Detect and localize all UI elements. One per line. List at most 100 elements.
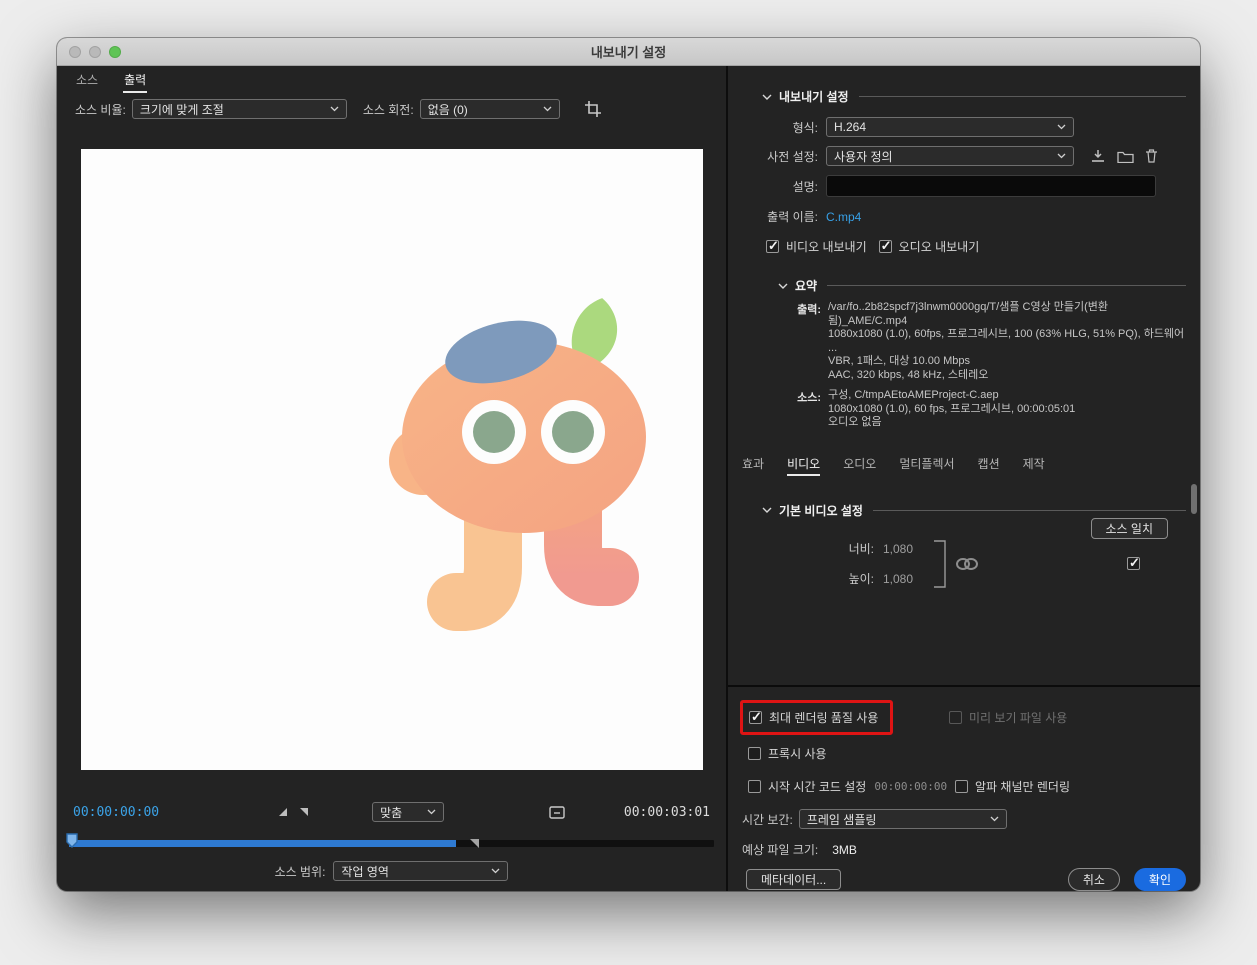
chevron-down-icon bbox=[543, 106, 552, 112]
playhead[interactable] bbox=[65, 833, 79, 849]
summary-output-label: 출력: bbox=[742, 301, 821, 382]
summary-line: VBR, 1패스, 대상 10.00 Mbps bbox=[828, 355, 1186, 369]
selected-value: 없음 (0) bbox=[428, 101, 468, 118]
section-title: 내보내기 설정 bbox=[779, 88, 849, 105]
constrain-dimensions-checkbox[interactable] bbox=[1127, 557, 1140, 570]
summary-header[interactable]: 요약 bbox=[742, 277, 1186, 294]
tab-multiplexer[interactable]: 멀티플렉서 bbox=[899, 455, 954, 476]
scrollbar-thumb[interactable] bbox=[1191, 484, 1197, 514]
comment-label: 설명: bbox=[742, 178, 818, 195]
height-value[interactable]: 1,080 bbox=[883, 572, 913, 586]
use-proxies-checkbox[interactable] bbox=[748, 747, 761, 760]
tab-effects[interactable]: 효과 bbox=[742, 455, 764, 476]
zoom-fit-select[interactable]: 맞춤 bbox=[372, 802, 444, 822]
export-audio-label: 오디오 내보내기 bbox=[899, 238, 980, 255]
output-name-link[interactable]: C.mp4 bbox=[826, 210, 861, 224]
source-range-select[interactable]: 작업 영역 bbox=[333, 861, 508, 881]
preview-tabs: 소스 출력 bbox=[57, 66, 726, 93]
summary-line: 오디오 없음 bbox=[828, 416, 1075, 430]
divider-line bbox=[859, 96, 1186, 97]
use-preview-files-label: 미리 보기 파일 사용 bbox=[969, 709, 1067, 726]
selected-value: 프레임 샘플링 bbox=[807, 811, 877, 828]
source-rotation-select[interactable]: 없음 (0) bbox=[420, 99, 560, 119]
export-video-checkbox[interactable] bbox=[766, 240, 779, 253]
height-label: 높이: bbox=[840, 570, 874, 587]
save-preset-icon[interactable] bbox=[1090, 149, 1106, 164]
selected-value: 사용자 정의 bbox=[834, 148, 893, 165]
summary-line: 1080x1080 (1.0), 60 fps, 프로그레시브, 00:00:0… bbox=[828, 403, 1075, 417]
tab-source[interactable]: 소스 bbox=[75, 67, 99, 93]
tab-captions[interactable]: 캡션 bbox=[978, 455, 1000, 476]
titlebar: 내보내기 설정 bbox=[57, 38, 1200, 66]
source-scaling-select[interactable]: 크기에 맞게 조절 bbox=[132, 99, 347, 119]
timeline-scrubber[interactable] bbox=[57, 833, 726, 855]
source-range-row: 소스 범위: 작업 영역 bbox=[57, 855, 726, 887]
basic-video-settings-header[interactable]: 기본 비디오 설정 bbox=[742, 502, 1186, 519]
render-alpha-only-checkbox[interactable] bbox=[955, 780, 968, 793]
width-label: 너비: bbox=[840, 540, 874, 557]
import-preset-folder-icon[interactable] bbox=[1117, 150, 1134, 163]
render-options: 최대 렌더링 품질 사용 미리 보기 파일 사용 프록시 사용 시작 시간 코드… bbox=[728, 687, 1200, 891]
tab-publish[interactable]: 제작 bbox=[1023, 455, 1045, 476]
annotation-highlight: 최대 렌더링 품질 사용 bbox=[740, 700, 893, 735]
selected-value: H.264 bbox=[834, 120, 866, 134]
delete-preset-trash-icon[interactable] bbox=[1145, 149, 1158, 163]
timeline-track[interactable] bbox=[69, 840, 714, 847]
divider-line bbox=[827, 285, 1186, 286]
chevron-down-icon bbox=[330, 106, 339, 112]
tab-output[interactable]: 출력 bbox=[123, 67, 147, 93]
in-point-icon[interactable] bbox=[277, 806, 289, 818]
format-select[interactable]: H.264 bbox=[826, 117, 1074, 137]
settings-tabs: 효과 비디오 오디오 멀티플렉서 캡션 제작 bbox=[728, 454, 1200, 476]
source-scaling-label: 소스 비율: bbox=[75, 101, 126, 118]
link-dimensions-icon[interactable] bbox=[955, 557, 979, 571]
right-eye bbox=[552, 411, 594, 453]
estimated-size-value: 3MB bbox=[832, 843, 857, 857]
export-audio-checkbox[interactable] bbox=[879, 240, 892, 253]
tab-video[interactable]: 비디오 bbox=[787, 455, 820, 476]
dimensions-block: 너비: 1,080 높이: 1,080 bbox=[840, 539, 1186, 589]
current-timecode[interactable]: 00:00:00:00 bbox=[73, 805, 159, 820]
metadata-button[interactable]: 메타데이터... bbox=[746, 869, 841, 890]
set-start-timecode-checkbox[interactable] bbox=[748, 780, 761, 793]
zoom-button[interactable] bbox=[109, 46, 121, 58]
chevron-down-icon bbox=[427, 809, 436, 815]
set-start-timecode-label: 시작 시간 코드 설정 bbox=[768, 778, 866, 795]
use-proxies-label: 프록시 사용 bbox=[768, 745, 827, 762]
crop-icon[interactable] bbox=[584, 100, 602, 118]
out-point-icon[interactable] bbox=[298, 806, 310, 818]
summary-line: 1080x1080 (1.0), 60fps, 프로그레시브, 100 (63%… bbox=[828, 328, 1186, 355]
cancel-button[interactable]: 취소 bbox=[1068, 868, 1120, 891]
time-interpolation-select[interactable]: 프레임 샘플링 bbox=[799, 809, 1007, 829]
max-render-quality-label: 최대 렌더링 품질 사용 bbox=[769, 709, 878, 726]
crop-frame-icon[interactable] bbox=[548, 805, 566, 820]
start-timecode-value: 00:00:00:00 bbox=[874, 780, 947, 793]
preview-controls: 소스 비율: 크기에 맞게 조절 소스 회전: 없음 (0) bbox=[57, 93, 726, 125]
ok-button[interactable]: 확인 bbox=[1134, 868, 1186, 891]
selected-value: 맞춤 bbox=[380, 804, 402, 821]
duration-timecode: 00:00:03:01 bbox=[624, 805, 710, 820]
minimize-button[interactable] bbox=[89, 46, 101, 58]
chevron-down-icon bbox=[1057, 153, 1066, 159]
source-range-label: 소스 범위: bbox=[275, 863, 326, 880]
dimension-bracket bbox=[933, 539, 947, 589]
video-settings-scroll-area: 기본 비디오 설정 소스 일치 너비: 1,080 높이: 1,080 bbox=[728, 476, 1200, 686]
tab-audio[interactable]: 오디오 bbox=[843, 455, 876, 476]
character-illustration bbox=[81, 149, 703, 770]
summary-source-block: 소스: 구성, C/tmpAEtoAMEProject-C.aep 1080x1… bbox=[742, 389, 1186, 430]
preset-select[interactable]: 사용자 정의 bbox=[826, 146, 1074, 166]
output-name-label: 출력 이름: bbox=[742, 208, 818, 225]
max-render-quality-checkbox[interactable] bbox=[749, 711, 762, 724]
chevron-down-icon bbox=[990, 816, 999, 822]
chevron-down-icon bbox=[491, 868, 500, 874]
format-label: 형식: bbox=[742, 119, 818, 136]
selected-value: 크기에 맞게 조절 bbox=[140, 101, 224, 118]
work-area-end-handle[interactable] bbox=[470, 839, 479, 848]
match-source-button[interactable]: 소스 일치 bbox=[1091, 518, 1169, 539]
summary-source-label: 소스: bbox=[742, 389, 821, 430]
section-title: 요약 bbox=[795, 277, 817, 294]
close-button[interactable] bbox=[69, 46, 81, 58]
export-settings-header[interactable]: 내보내기 설정 bbox=[742, 88, 1186, 105]
comment-input[interactable] bbox=[826, 175, 1156, 197]
width-value[interactable]: 1,080 bbox=[883, 542, 913, 556]
